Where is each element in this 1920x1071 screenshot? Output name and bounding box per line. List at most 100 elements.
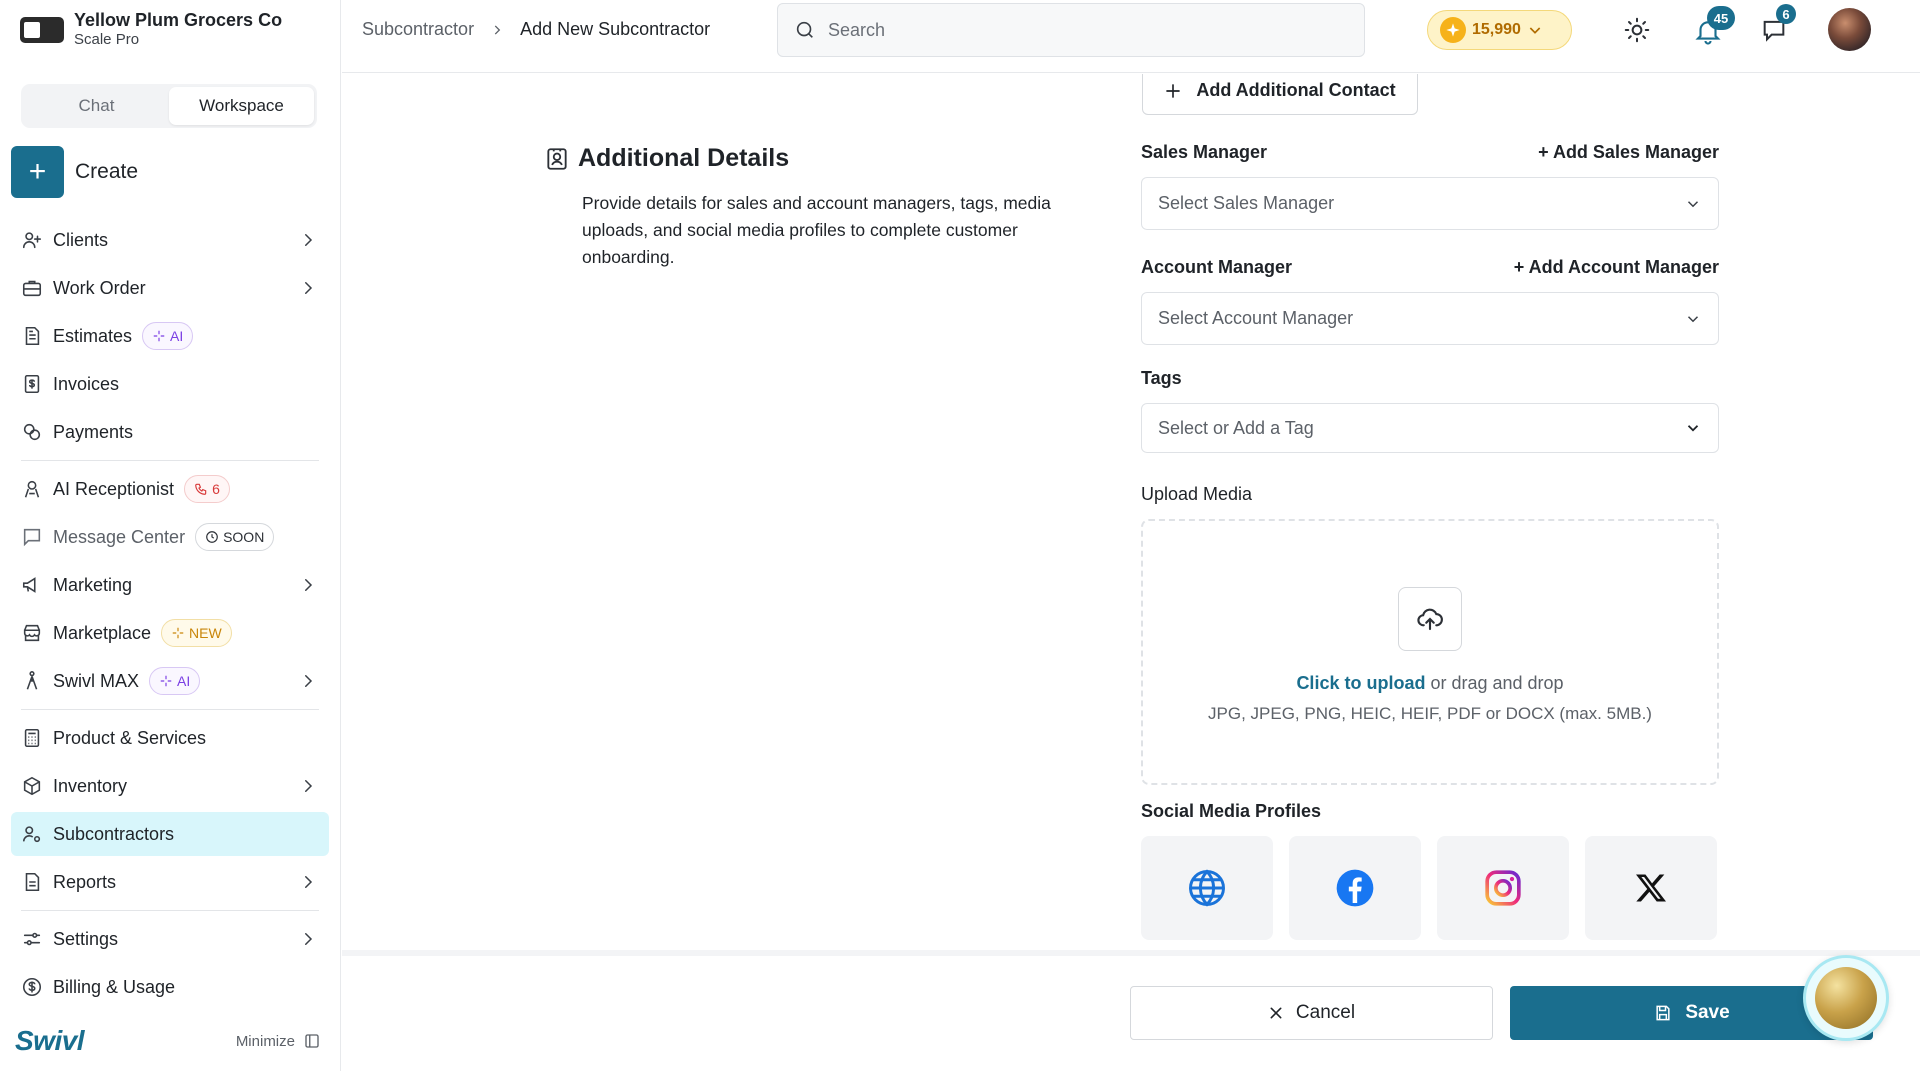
sidebar-item-marketing[interactable]: Marketing — [11, 563, 329, 607]
tags-placeholder: Select or Add a Tag — [1158, 417, 1314, 438]
x-logo-icon — [1636, 874, 1666, 902]
chevron-right-icon — [305, 780, 313, 792]
account-manager-select[interactable]: Select Account Manager — [1141, 292, 1719, 345]
account-manager-placeholder: Select Account Manager — [1158, 308, 1354, 328]
minimize-button[interactable]: Minimize — [236, 1032, 321, 1050]
sidebar-item-message-center[interactable]: Message Center SOON — [11, 515, 329, 559]
tags-field: Tags Select or Add a Tag — [1141, 368, 1719, 453]
upload-instructions: Click to upload or drag and drop — [1296, 673, 1563, 694]
sidebar-item-inventory[interactable]: Inventory — [11, 764, 329, 808]
sidebar-item-label: Clients — [53, 229, 109, 250]
assistant-orb-button[interactable] — [1803, 955, 1889, 1041]
sidebar-item-label: Marketplace — [53, 622, 152, 643]
dollar-circle-icon — [22, 977, 42, 997]
upload-label: Upload Media — [1141, 484, 1253, 504]
sidebar-item-label: Payments — [53, 421, 134, 442]
calls-count: 6 — [212, 481, 220, 497]
document-icon — [25, 326, 40, 346]
sidebar-item-subcontractors[interactable]: Subcontractors — [11, 812, 329, 856]
search-box[interactable] — [777, 3, 1365, 57]
calls-badge: 6 — [184, 475, 230, 503]
breadcrumb-parent[interactable]: Subcontractor — [362, 19, 474, 40]
chevron-down-icon — [1529, 27, 1541, 34]
instagram-button[interactable] — [1437, 836, 1569, 940]
sidebar-item-settings[interactable]: Settings — [11, 917, 329, 961]
sidebar-item-label: Billing & Usage — [53, 976, 176, 997]
messages-count: 6 — [1776, 4, 1796, 24]
sidebar-item-label: Marketing — [53, 574, 133, 595]
sidebar-footer: Swivl Minimize — [15, 1021, 321, 1061]
soon-label: SOON — [223, 529, 265, 545]
sliders-icon — [23, 932, 41, 946]
ai-badge-label: AI — [177, 673, 191, 689]
sidebar-item-billing[interactable]: Billing & Usage — [11, 965, 329, 1009]
sidebar-item-label: AI Receptionist — [53, 478, 175, 499]
nav-divider — [21, 460, 319, 461]
coins-pill[interactable]: 15,990 — [1427, 10, 1572, 50]
sidebar-item-clients[interactable]: Clients — [11, 218, 329, 262]
sparkle-icon — [160, 675, 172, 687]
sidebar-item-label: Swivl MAX — [53, 670, 140, 691]
add-account-manager-link[interactable]: + Add Account Manager — [1514, 257, 1719, 278]
sales-manager-select[interactable]: Select Sales Manager — [1141, 177, 1719, 230]
plus-icon — [1166, 83, 1181, 98]
sidebar-item-work-order[interactable]: Work Order — [11, 266, 329, 310]
tags-select[interactable]: Select or Add a Tag — [1141, 403, 1719, 453]
facebook-button[interactable] — [1289, 836, 1421, 940]
invoice-icon — [24, 374, 40, 394]
chevron-down-icon — [1687, 200, 1699, 207]
breadcrumb-current: Add New Subcontractor — [520, 19, 711, 39]
coin-icon — [1440, 17, 1466, 43]
sidebar-item-label: Inventory — [53, 775, 128, 796]
instagram-icon — [1485, 870, 1521, 906]
workspace-tab[interactable]: Workspace — [169, 87, 314, 125]
topbar: Subcontractor Add New Subcontractor 15,9… — [342, 0, 1920, 73]
nav-divider — [21, 910, 319, 911]
user-gear-icon — [22, 826, 41, 843]
nav-divider — [21, 709, 319, 710]
social-field: Social Media Profiles — [1141, 801, 1719, 940]
briefcase-icon — [22, 280, 42, 297]
social-list — [1141, 836, 1719, 940]
sidebar-item-reports[interactable]: Reports — [11, 860, 329, 904]
upload-cloud-icon — [1398, 586, 1462, 651]
search-input[interactable] — [828, 19, 1308, 41]
plus-icon: + — [11, 146, 64, 198]
upload-drag-text: or drag and drop — [1425, 672, 1564, 693]
action-bar: Cancel Save — [342, 950, 1920, 1071]
cancel-button[interactable]: Cancel — [1130, 986, 1493, 1040]
sidebar-item-products[interactable]: Product & Services — [11, 716, 329, 760]
sidebar-item-ai-receptionist[interactable]: AI Receptionist 6 — [11, 467, 329, 511]
box-icon — [23, 776, 41, 796]
upload-hint: JPG, JPEG, PNG, HEIC, HEIF, PDF or DOCX … — [1208, 703, 1652, 723]
ai-badge: AI — [142, 322, 194, 350]
sun-icon[interactable] — [1622, 15, 1652, 45]
add-sales-manager-link[interactable]: + Add Sales Manager — [1538, 142, 1719, 163]
avatar[interactable] — [1828, 8, 1871, 51]
walking-icon — [26, 671, 38, 690]
brand-logo — [20, 17, 64, 43]
x-button[interactable] — [1585, 836, 1717, 940]
messages-button[interactable]: 6 — [1760, 4, 1796, 48]
upload-dropzone[interactable]: Click to upload or drag and drop JPG, JP… — [1141, 519, 1719, 785]
website-button[interactable] — [1141, 836, 1273, 940]
sidebar-item-estimates[interactable]: Estimates AI — [11, 314, 329, 358]
sidebar-item-invoices[interactable]: Invoices — [11, 362, 329, 406]
swivl-logo: Swivl — [15, 1025, 85, 1056]
add-contact-button[interactable]: Add Additional Contact — [1142, 74, 1418, 115]
sidebar-item-payments[interactable]: Payments — [11, 410, 329, 454]
mode-switch: Chat Workspace — [21, 84, 317, 128]
facebook-icon — [1336, 869, 1374, 907]
chevron-right-icon — [305, 579, 313, 591]
create-button[interactable]: + Create — [11, 146, 138, 198]
globe-icon — [1189, 869, 1225, 907]
sidebar-item-marketplace[interactable]: Marketplace NEW — [11, 611, 329, 655]
breadcrumb: Subcontractor Add New Subcontractor — [362, 19, 710, 40]
brand[interactable]: Yellow Plum Grocers Co Scale Pro — [20, 10, 282, 50]
sales-manager-placeholder: Select Sales Manager — [1158, 193, 1335, 213]
notifications-button[interactable]: 45 — [1691, 6, 1735, 48]
brand-name: Yellow Plum Grocers Co — [74, 10, 283, 30]
click-to-upload-link[interactable]: Click to upload — [1296, 673, 1425, 693]
chat-tab[interactable]: Chat — [24, 87, 169, 125]
sidebar-item-swivl-max[interactable]: Swivl MAX AI — [11, 659, 329, 703]
